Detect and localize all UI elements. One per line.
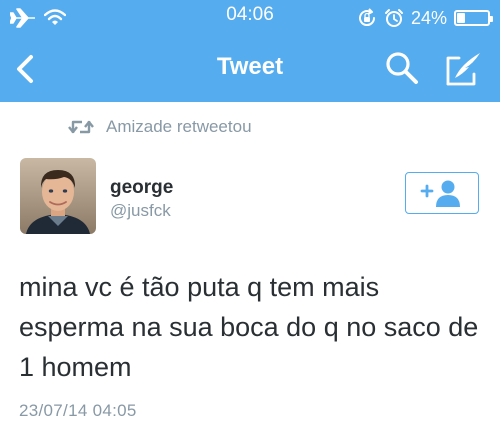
header-bar: 04:06 24% Tweet (0, 0, 500, 102)
battery-icon (454, 10, 493, 26)
tweet-timestamp: 23/07/14 04:05 (19, 401, 137, 420)
author-name[interactable]: george (110, 177, 173, 199)
tweet-text: mina vc é tão puta q tem mais esperma na… (19, 272, 479, 382)
compose-icon[interactable] (445, 50, 483, 86)
retweet-label[interactable]: Amizade retweetou (106, 117, 252, 137)
battery-level (457, 13, 465, 23)
status-bar: 04:06 24% (0, 0, 500, 36)
alarm-icon (384, 9, 403, 27)
navigation-bar: Tweet (0, 36, 500, 102)
retweet-context: Amizade retweetou (68, 116, 252, 138)
status-right-icons: 24% (357, 6, 493, 30)
follow-user-icon (420, 180, 460, 207)
search-icon[interactable] (385, 51, 419, 85)
follow-button[interactable] (405, 172, 479, 214)
avatar[interactable] (20, 158, 96, 234)
author-handle[interactable]: @jusfck (110, 201, 171, 221)
retweet-icon (68, 120, 94, 134)
battery-percent: 24% (410, 7, 447, 28)
page-title: Tweet (216, 53, 284, 80)
rotation-lock-icon (359, 8, 375, 27)
